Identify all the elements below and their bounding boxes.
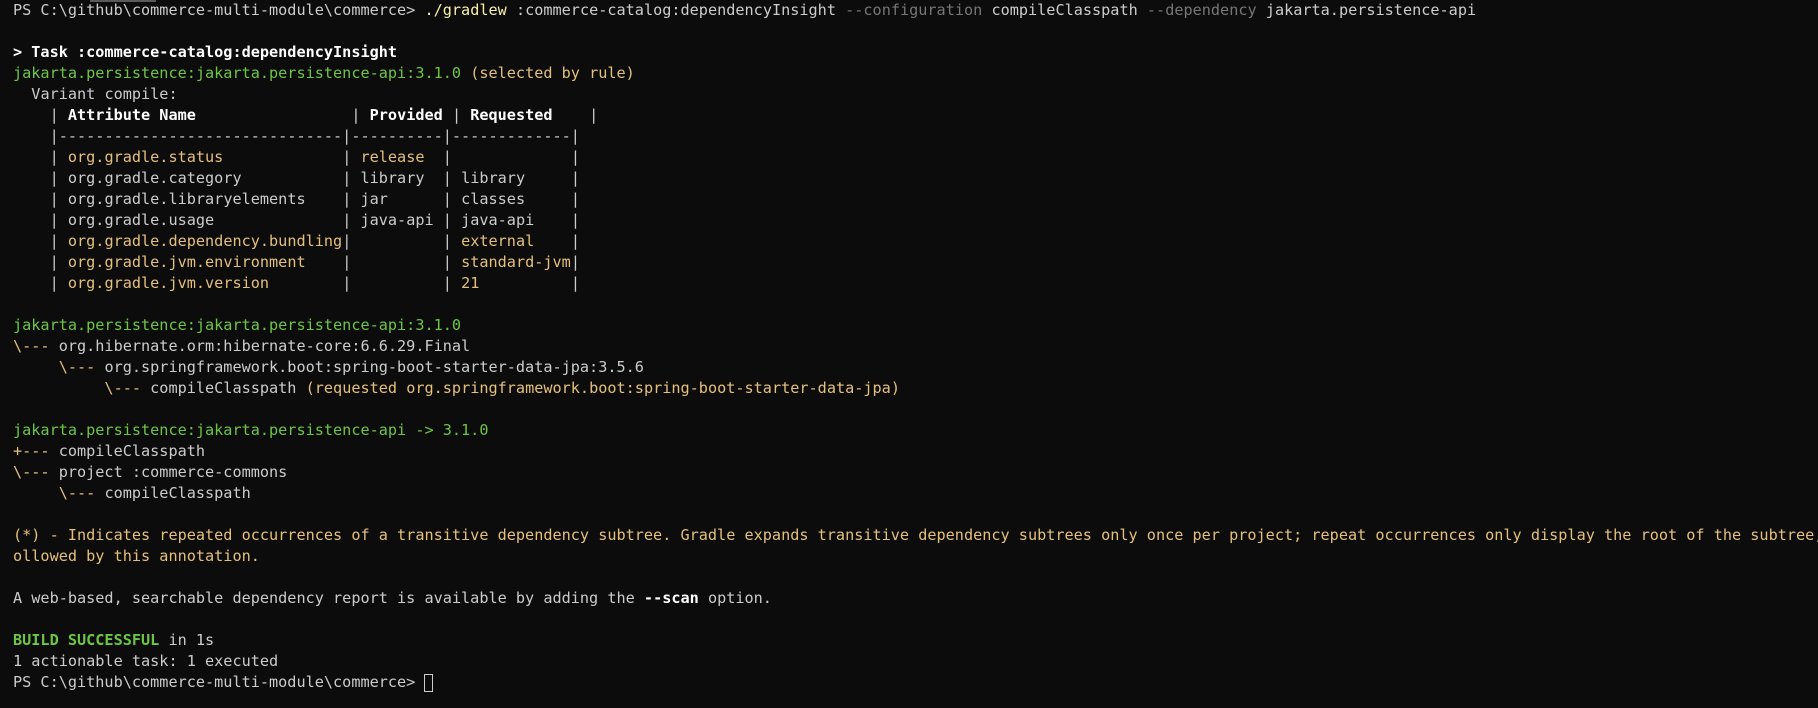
provided-cell: jar — [360, 190, 443, 208]
annotation-note-line2: ollowed by this annotation. — [13, 547, 260, 565]
tree1-level1-label: org.hibernate.orm:hibernate-core:6.6.29.… — [58, 337, 471, 355]
build-status: BUILD SUCCESSFUL — [13, 631, 160, 649]
tree1-level2: \--- org.springframework.boot:spring-boo… — [13, 357, 1818, 378]
scan-hint-post: option. — [698, 589, 772, 607]
table-row: | org.gradle.libraryelements | jar | cla… — [13, 190, 580, 208]
terminal-window[interactable]: PS C:\github\commerce-multi-module\comme… — [0, 0, 1818, 708]
command-flag-dependency: --dependency — [1146, 1, 1257, 19]
tree-branch-glyph: \--- — [13, 358, 105, 376]
header-provided: Provided — [369, 106, 443, 124]
attribute-name-cell: org.gradle.jvm.environment — [67, 253, 343, 271]
table-separator: |-------------------------------|-------… — [49, 127, 580, 145]
attribute-name-cell: org.gradle.status — [67, 148, 343, 166]
command-flag-configuration: --configuration — [845, 1, 983, 19]
attribute-table: | Attribute Name | Provided | Requested … — [13, 105, 1818, 294]
annotation-note-line1: (*) - Indicates repeated occurrences of … — [13, 526, 1818, 544]
scan-hint: A web-based, searchable dependency repor… — [13, 588, 1818, 609]
provided-cell — [360, 253, 442, 271]
attribute-name-cell: org.gradle.dependency.bundling — [67, 232, 343, 250]
tree1-level2-label: org.springframework.boot:spring-boot-sta… — [104, 358, 644, 376]
build-result: BUILD SUCCESSFUL in 1s — [13, 630, 1818, 651]
tree-branch-glyph: \--- — [13, 463, 59, 481]
tree2-root: jakarta.persistence:jakarta.persistence-… — [13, 421, 489, 439]
selected-coord: jakarta.persistence:jakarta.persistence-… — [13, 64, 462, 82]
provided-cell: release — [360, 148, 443, 166]
table-row: | org.gradle.usage | java-api | java-api… — [13, 211, 580, 229]
tree-branch-glyph: +--- — [13, 442, 59, 460]
header-attribute-name: Attribute Name — [67, 106, 196, 124]
requested-cell: java-api — [461, 211, 571, 229]
table-row: | org.gradle.jvm.environment | | standar… — [13, 253, 580, 271]
tree1-level1: \--- org.hibernate.orm:hibernate-core:6.… — [13, 336, 1818, 357]
requested-cell: external — [461, 232, 571, 250]
provided-cell: java-api — [360, 211, 443, 229]
command-task: :commerce-catalog:dependencyInsight — [515, 1, 836, 19]
tree-branch-glyph: \--- — [13, 379, 151, 397]
variant-label: Variant compile: — [31, 85, 178, 103]
table-rows: | org.gradle.status | release | | | org.… — [13, 147, 1818, 294]
table-row: | org.gradle.category | library | librar… — [13, 169, 580, 187]
command-arg-configuration: compileClasspath — [991, 1, 1138, 19]
tree1-level3-note: (requested org.springframework.boot:spri… — [305, 379, 900, 397]
tree-branch-glyph: \--- — [13, 337, 59, 355]
text-cursor[interactable] — [424, 673, 434, 692]
requested-cell: standard-jvm — [461, 253, 571, 271]
tree2-item-b: \--- project :commerce-commons — [13, 462, 1818, 483]
tab-indicator — [90, 0, 156, 2]
requested-cell: library — [461, 169, 571, 187]
build-time: in 1s — [159, 631, 215, 649]
tree2-item-a-label: compileClasspath — [58, 442, 206, 460]
prompt-path: PS C:\github\commerce-multi-module\comme… — [13, 673, 416, 691]
table-row: | org.gradle.dependency.bundling| | exte… — [13, 232, 580, 250]
attribute-name-cell: org.gradle.category — [67, 169, 343, 187]
selected-note: (selected by rule) — [470, 64, 635, 82]
tree2-item-c-label: compileClasspath — [104, 484, 251, 502]
attribute-name-cell: org.gradle.usage — [67, 211, 343, 229]
command-arg-dependency: jakarta.persistence-api — [1265, 1, 1477, 19]
task-header: > Task :commerce-catalog:dependencyInsig… — [13, 43, 398, 61]
header-requested: Requested — [470, 106, 553, 124]
prompt-path: PS C:\github\commerce-multi-module\comme… — [13, 1, 416, 19]
scan-flag: --scan — [643, 589, 699, 607]
table-row: | org.gradle.jvm.version | | 21 | — [13, 274, 580, 292]
command-exe: ./gradlew — [424, 1, 507, 19]
tree1-root: jakarta.persistence:jakarta.persistence-… — [13, 316, 462, 334]
provided-cell: library — [360, 169, 443, 187]
requested-cell: 21 — [461, 274, 571, 292]
tree2-item-c: \--- compileClasspath — [13, 483, 1818, 504]
attribute-name-cell: org.gradle.libraryelements — [67, 190, 343, 208]
selected-line: jakarta.persistence:jakarta.persistence-… — [13, 63, 1818, 84]
table-header-row: | Attribute Name | Provided | Requested … — [13, 106, 599, 124]
tree1-level3: \--- compileClasspath (requested org.spr… — [13, 378, 1818, 399]
tree2-item-a: +--- compileClasspath — [13, 441, 1818, 462]
requested-cell — [461, 148, 571, 166]
actionable-summary: 1 actionable task: 1 executed — [13, 652, 279, 670]
provided-cell — [360, 274, 442, 292]
tree2-item-b-label: project :commerce-commons — [58, 463, 288, 481]
provided-cell — [360, 232, 442, 250]
prompt-line[interactable]: PS C:\github\commerce-multi-module\comme… — [13, 672, 1818, 693]
requested-cell: classes — [461, 190, 571, 208]
tree1-level3-label: compileClasspath — [150, 379, 297, 397]
table-row: | org.gradle.status | release | | — [13, 148, 580, 166]
scan-hint-pre: A web-based, searchable dependency repor… — [13, 589, 644, 607]
variant-line: Variant compile: — [13, 84, 1818, 105]
attribute-name-cell: org.gradle.jvm.version — [67, 274, 343, 292]
command-line: PS C:\github\commerce-multi-module\comme… — [13, 0, 1818, 21]
tree-branch-glyph: \--- — [13, 484, 105, 502]
